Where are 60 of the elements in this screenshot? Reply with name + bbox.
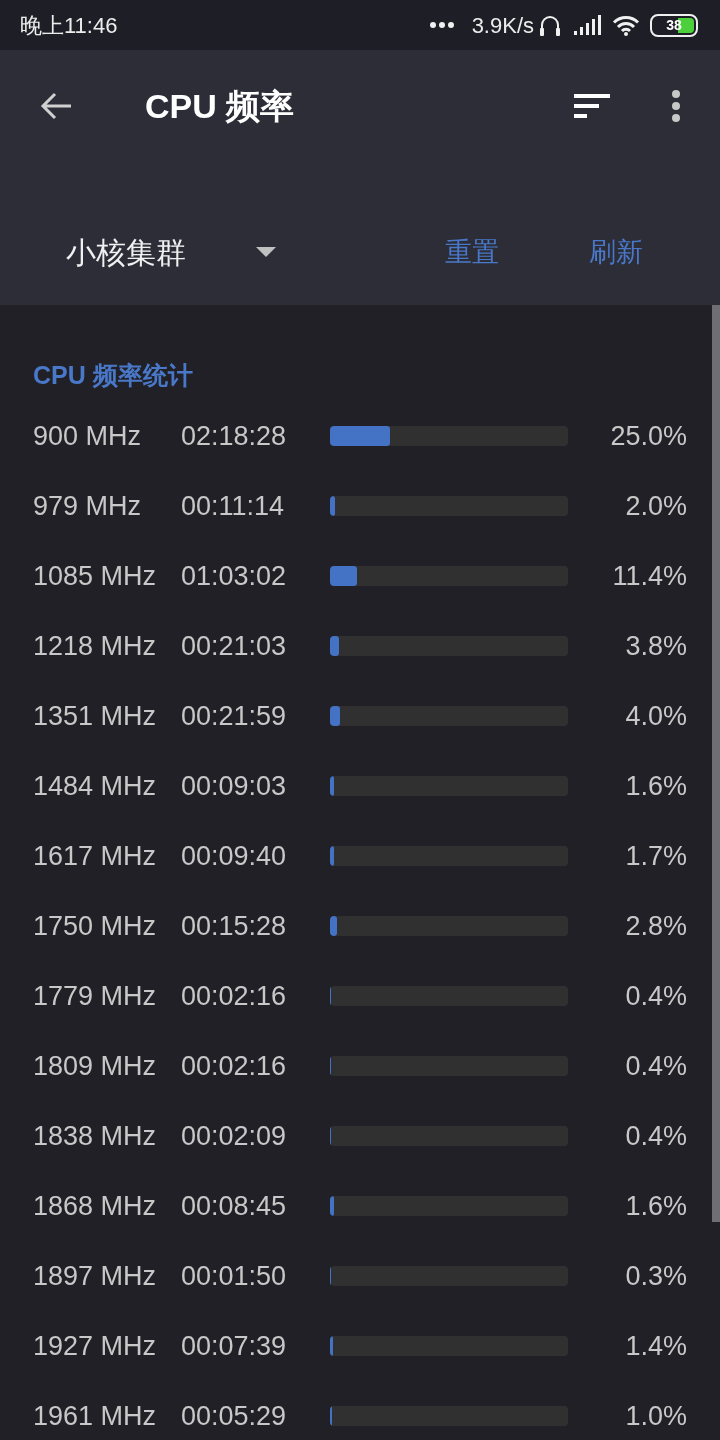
frequency-text: 1750 MHz bbox=[33, 910, 157, 941]
frequency-text: 1809 MHz bbox=[33, 1050, 157, 1081]
frequency-text: 900 MHz bbox=[33, 420, 142, 451]
duration-text: 00:09:40 bbox=[181, 840, 287, 871]
back-arrow-icon[interactable] bbox=[40, 92, 72, 120]
caret-icon bbox=[256, 247, 276, 257]
duration-text: 01:03:02 bbox=[181, 560, 287, 591]
frequency-text: 1617 MHz bbox=[33, 840, 157, 871]
percent-text: 25.0% bbox=[610, 419, 687, 453]
more-notifications-icon bbox=[429, 22, 454, 28]
percent-text: 1.0% bbox=[625, 1399, 687, 1433]
frequency-text: 1838 MHz bbox=[33, 1120, 157, 1151]
percent-text: 0.3% bbox=[625, 1259, 687, 1293]
duration-text: 00:21:03 bbox=[181, 630, 287, 661]
percent-text: 1.4% bbox=[625, 1329, 687, 1363]
frequency-text: 1961 MHz bbox=[33, 1400, 157, 1431]
duration-text: 00:01:50 bbox=[181, 1260, 287, 1291]
headphones-icon bbox=[538, 13, 562, 37]
more-options-icon[interactable] bbox=[672, 90, 680, 122]
percent-text: 0.4% bbox=[625, 1119, 687, 1153]
sort-icon[interactable] bbox=[574, 94, 610, 118]
frequency-text: 979 MHz bbox=[33, 490, 142, 521]
percent-text: 1.7% bbox=[625, 839, 687, 873]
cluster-dropdown[interactable]: 小核集群 bbox=[66, 229, 276, 275]
section-title: CPU 频率统计 bbox=[33, 360, 193, 390]
duration-text: 00:02:16 bbox=[181, 980, 287, 1011]
status-time: 晚上11:46 bbox=[20, 11, 118, 40]
percent-text: 1.6% bbox=[625, 769, 687, 803]
toolbar-action[interactable]: 重置 bbox=[445, 231, 499, 273]
percent-text: 4.0% bbox=[625, 699, 687, 733]
wifi-icon bbox=[612, 14, 640, 36]
duration-text: 00:02:09 bbox=[181, 1120, 287, 1151]
duration-text: 00:11:14 bbox=[181, 490, 285, 521]
frequency-text: 1351 MHz bbox=[33, 700, 157, 731]
frequency-text: 1779 MHz bbox=[33, 980, 157, 1011]
duration-text: 00:09:03 bbox=[181, 770, 287, 801]
percent-text: 2.8% bbox=[625, 909, 687, 943]
percent-text: 0.4% bbox=[625, 1049, 687, 1083]
duration-text: 00:07:39 bbox=[181, 1330, 287, 1361]
duration-text: 00:08:45 bbox=[181, 1190, 287, 1221]
duration-text: 00:21:59 bbox=[181, 700, 287, 731]
percent-text: 0.4% bbox=[625, 979, 687, 1013]
duration-text: 00:05:29 bbox=[181, 1400, 287, 1431]
duration-text: 00:02:16 bbox=[181, 1050, 287, 1081]
frequency-text: 1897 MHz bbox=[33, 1260, 157, 1291]
frequency-text: 1218 MHz bbox=[33, 630, 157, 661]
percent-text: 3.8% bbox=[625, 629, 687, 663]
toolbar-title: CPU 频率 bbox=[145, 85, 295, 127]
frequency-text: 1927 MHz bbox=[33, 1330, 157, 1361]
percent-text: 11.4% bbox=[612, 559, 687, 593]
frequency-text: 1085 MHz bbox=[33, 560, 157, 591]
frequency-text: 1868 MHz bbox=[33, 1190, 157, 1221]
percent-text: 1.6% bbox=[625, 1189, 687, 1223]
signal-icon bbox=[574, 15, 602, 35]
duration-text: 00:15:28 bbox=[181, 910, 287, 941]
network-speed: 3.9K/s bbox=[471, 11, 534, 40]
frequency-text: 1484 MHz bbox=[33, 770, 157, 801]
toolbar-action[interactable]: 刷新 bbox=[589, 231, 643, 273]
duration-text: 02:18:28 bbox=[181, 420, 287, 451]
percent-text: 2.0% bbox=[625, 489, 687, 523]
